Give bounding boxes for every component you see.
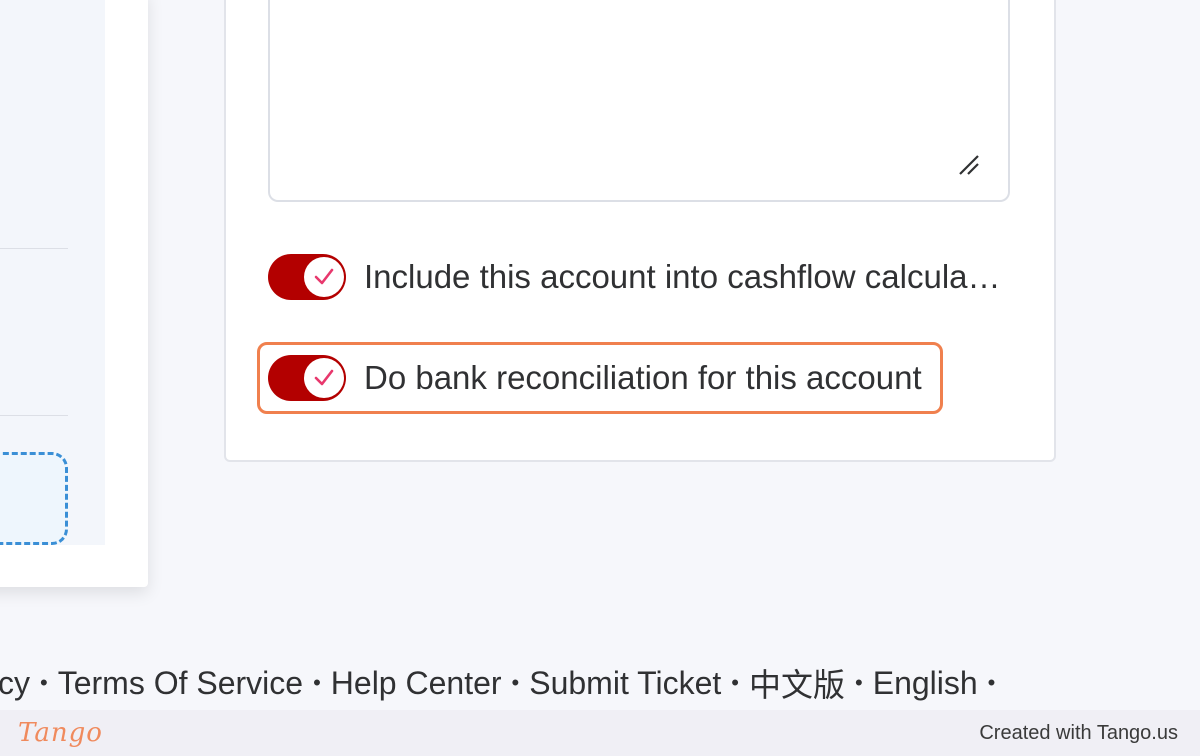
switch-knob <box>304 257 344 297</box>
tango-attribution-bar: Tango Created with Tango.us <box>0 710 1200 756</box>
screenshot-stage: Include this account into cashflow calcu… <box>0 0 1200 756</box>
footer-separator: • <box>987 670 996 695</box>
bank-reconciliation-switch[interactable] <box>268 355 346 401</box>
footer-link-submit-ticket[interactable]: Submit Ticket <box>529 665 721 702</box>
footer-link-chinese[interactable]: 中文版 <box>749 660 845 706</box>
left-panel-inner <box>0 0 105 545</box>
footer-separator: • <box>40 670 48 695</box>
footer-link-help-center[interactable]: Help Center <box>331 665 502 702</box>
bank-reconciliation-toggle-row[interactable]: Do bank reconciliation for this account <box>268 355 922 401</box>
divider <box>0 248 68 249</box>
description-textarea[interactable] <box>268 0 1010 202</box>
account-settings-card: Include this account into cashflow calcu… <box>224 0 1056 462</box>
bank-reconciliation-toggle-label: Do bank reconciliation for this account <box>364 359 922 396</box>
cashflow-toggle-row[interactable]: Include this account into cashflow calcu… <box>268 254 1009 300</box>
footer-link-privacy[interactable]: cy <box>0 665 30 702</box>
switch-knob <box>304 358 344 398</box>
cashflow-toggle-label: Include this account into cashflow calcu… <box>364 258 1001 295</box>
check-icon <box>314 268 334 285</box>
tango-credit-text: Created with Tango.us <box>979 721 1178 744</box>
left-panel-card <box>0 0 148 587</box>
footer-separator: • <box>855 670 863 695</box>
cashflow-switch[interactable] <box>268 254 346 300</box>
footer-separator: • <box>731 670 739 695</box>
footer-separator: • <box>511 670 520 695</box>
footer-link-english[interactable]: English <box>873 665 978 702</box>
footer-link-terms[interactable]: Terms Of Service <box>58 665 303 702</box>
footer-separator: • <box>313 670 321 695</box>
upload-dropzone[interactable] <box>0 452 68 545</box>
footer-links: cy • Terms Of Service • Help Center • Su… <box>0 660 1005 706</box>
divider <box>0 415 68 416</box>
check-icon <box>314 369 334 386</box>
tango-logo: Tango <box>18 718 103 748</box>
resize-handle-icon[interactable] <box>956 150 982 176</box>
